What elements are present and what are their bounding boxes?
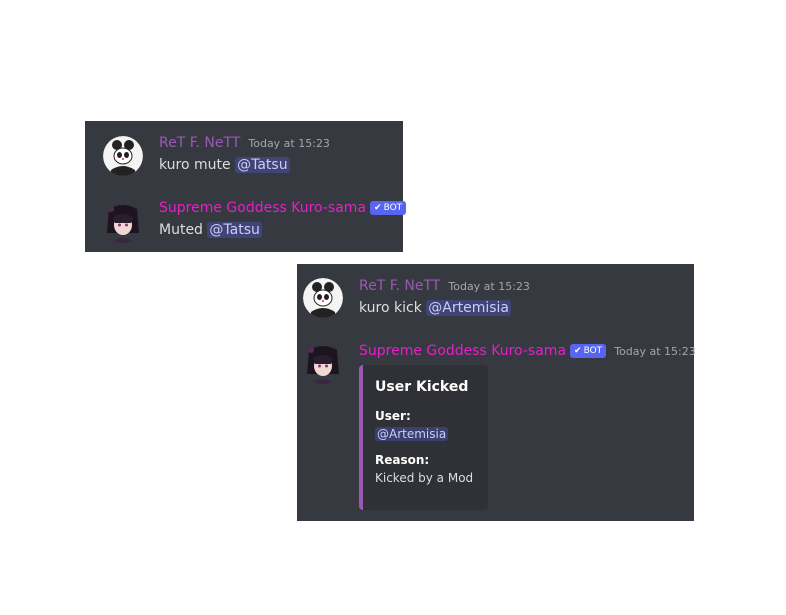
message-content: kuro kick @Artemisia — [359, 300, 512, 316]
check-icon: ✔ — [374, 203, 382, 213]
anime-girl-avatar-icon[interactable] — [303, 344, 343, 384]
username[interactable]: Supreme Goddess Kuro-sama — [159, 200, 366, 216]
message-text: kuro mute — [159, 157, 231, 173]
username[interactable]: Supreme Goddess Kuro-sama — [359, 343, 566, 359]
panda-avatar-icon[interactable] — [303, 278, 343, 318]
bot-badge: ✔ BOT — [570, 344, 607, 358]
bot-badge: ✔ BOT — [370, 201, 407, 215]
embed-field-name-reason: Reason: — [375, 453, 430, 467]
timestamp: Today at 15:23 — [614, 345, 696, 358]
embed-title: User Kicked — [375, 379, 469, 395]
check-icon: ✔ — [574, 346, 582, 356]
message-header: ReT F. NeTT Today at 15:23 — [359, 278, 530, 294]
message-header: ReT F. NeTT Today at 15:23 — [159, 135, 330, 151]
message-content: kuro mute @Tatsu — [159, 157, 290, 173]
message-text: kuro kick — [359, 300, 422, 316]
chat-panel-mute: ReT F. NeTT Today at 15:23 kuro mute @Ta… — [85, 121, 407, 252]
username[interactable]: ReT F. NeTT — [359, 278, 440, 294]
user-mention[interactable]: @Tatsu — [207, 222, 262, 238]
panda-avatar-icon[interactable] — [103, 136, 143, 176]
message-content: Muted @Tatsu — [159, 222, 262, 238]
chat-panel-kick: ReT F. NeTT Today at 15:23 kuro kick @Ar… — [297, 264, 696, 521]
username[interactable]: ReT F. NeTT — [159, 135, 240, 151]
anime-girl-avatar-icon[interactable] — [103, 203, 143, 243]
embed-field-value-user: @Artemisia — [375, 427, 476, 441]
message-header: Supreme Goddess Kuro-sama ✔ BOT — [159, 200, 407, 217]
embed-field-value-reason: Kicked by a Mod — [375, 471, 474, 485]
message-header: Supreme Goddess Kuro-sama ✔ BOT Today at… — [359, 343, 696, 360]
user-mention[interactable]: @Artemisia — [426, 300, 512, 316]
user-mention[interactable]: @Tatsu — [235, 157, 290, 173]
timestamp: Today at 15:23 — [248, 137, 330, 150]
kick-embed: User Kicked User: @Artemisia Reason: Kic… — [359, 365, 488, 510]
embed-field-name-user: User: — [375, 409, 411, 423]
user-mention[interactable]: @Artemisia — [375, 427, 449, 441]
timestamp: Today at 15:23 — [448, 280, 530, 293]
message-text: Muted — [159, 222, 203, 238]
